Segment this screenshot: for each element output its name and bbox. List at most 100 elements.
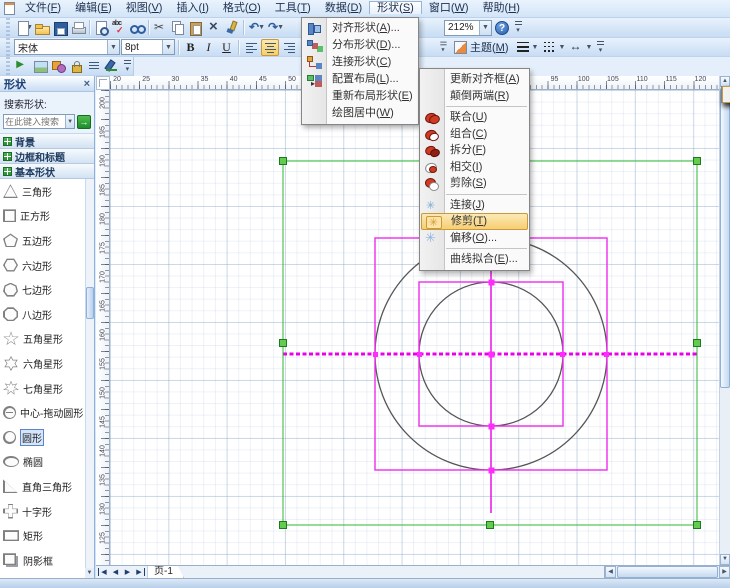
menubar-item[interactable]: 窗口(W) [422, 2, 476, 14]
shape-list-item[interactable]: 直角三角形 [0, 474, 94, 499]
shapes-button[interactable] [50, 58, 67, 75]
shape-list-item[interactable]: 七边形 [0, 277, 94, 302]
submenu-item[interactable]: 剪除(S) [420, 175, 529, 192]
toolbar-button[interactable] [110, 19, 128, 36]
toolbar-button[interactable] [69, 19, 87, 36]
underline-button[interactable]: U [218, 39, 235, 56]
chevron-down-icon[interactable]: ▾ [438, 39, 449, 54]
menubar-item[interactable]: 帮助(H) [476, 2, 527, 14]
toolbar-options-button[interactable]: ▾ [595, 39, 607, 56]
shape-list-item[interactable]: 八边形 [0, 302, 94, 327]
font-size-combo[interactable]: 8pt ▼ [121, 39, 175, 55]
run-button[interactable] [14, 58, 31, 75]
scroll-down-icon[interactable]: ▼ [85, 568, 94, 578]
align-left-button[interactable] [242, 39, 260, 56]
prev-page-button[interactable]: ◀ [110, 568, 121, 576]
submenu-item[interactable]: 拆分(F) [420, 142, 529, 159]
align-center-button[interactable] [261, 39, 279, 56]
zoom-combo[interactable]: 212% ▼ [444, 20, 492, 36]
toolbar-button[interactable] [205, 19, 223, 36]
shape-list-item[interactable]: 六角星形 [0, 351, 94, 376]
submenu-item[interactable]: 组合(C) [420, 126, 529, 143]
horizontal-scrollbar[interactable]: ◀ ▶ [605, 566, 730, 578]
submenu-item[interactable]: 联合(U) [420, 109, 529, 126]
menu-item[interactable]: 配置布局(L)... [302, 71, 418, 88]
submenu-item[interactable]: 更新对齐框(A) [420, 71, 529, 88]
shape-list-item[interactable]: 七角星形 [0, 376, 94, 401]
shape-list-item[interactable]: 五角星形 [0, 327, 94, 352]
page-tab[interactable]: 页-1 [148, 566, 184, 578]
toolbar-button[interactable]: ▼ [15, 19, 33, 36]
submenu-item[interactable]: 连接(J) [420, 197, 529, 214]
scroll-left-icon[interactable]: ◀ [605, 566, 616, 578]
shape-list-item[interactable]: 矩形 [0, 523, 94, 548]
menubar-item[interactable]: 编辑(E) [68, 2, 119, 14]
stencil-header[interactable]: 边框和标题 [0, 149, 94, 164]
line-ends-button[interactable]: ▼ [568, 39, 594, 56]
menu-item[interactable]: 分布形状(D)... [302, 37, 418, 54]
insert-picture-button[interactable] [32, 58, 49, 75]
toolbar-button[interactable] [187, 19, 205, 36]
shape-list-item[interactable]: 中心-拖动圆形 [0, 400, 94, 425]
chevron-down-icon[interactable]: ▼ [479, 21, 491, 35]
chevron-down-icon[interactable]: ▼ [65, 115, 74, 128]
align-right-button[interactable] [280, 39, 298, 56]
protection-button[interactable] [68, 58, 85, 75]
toolbar-grip[interactable] [6, 38, 10, 56]
menubar-item[interactable]: 插入(I) [169, 2, 215, 14]
submenu-item[interactable]: 偏移(O)... [420, 230, 529, 247]
menu-item[interactable]: 绘图居中(W) [302, 105, 418, 122]
scroll-right-icon[interactable]: ▶ [719, 566, 730, 578]
menubar-item[interactable]: 形状(S) [369, 1, 422, 14]
toolbar-button[interactable] [223, 19, 241, 36]
panel-scrollbar-thumb[interactable] [86, 287, 94, 319]
toolbar-button[interactable] [128, 19, 146, 36]
ink-button[interactable] [104, 58, 121, 75]
toolbar-button[interactable] [169, 19, 187, 36]
menubar-item[interactable]: 格式(O) [216, 2, 268, 14]
shape-list-item[interactable]: 六边形 [0, 253, 94, 278]
stencil-header[interactable]: 背景 [0, 134, 94, 149]
toolbar-options-button[interactable]: ▾ [122, 58, 133, 75]
menubar-item[interactable]: 数据(D) [318, 2, 369, 14]
panel-scrollbar[interactable] [85, 179, 94, 578]
scroll-down-icon[interactable]: ▼ [720, 554, 730, 565]
shape-list-item[interactable]: 十字形 [0, 499, 94, 524]
shape-list-item[interactable]: 五边形 [0, 228, 94, 253]
stencil-header[interactable]: 基本形状 [0, 164, 94, 179]
shape-search-input[interactable] [4, 117, 65, 127]
last-page-button[interactable]: ▶ [134, 568, 145, 576]
menu-item[interactable]: 操作(N) [722, 86, 730, 103]
submenu-item[interactable]: 曲线拟合(E)... [420, 251, 529, 268]
line-pattern-button[interactable]: ▼ [541, 39, 567, 56]
submenu-item[interactable]: 颠倒两端(R) [420, 88, 529, 105]
shape-list-item[interactable]: 椭圆 [0, 450, 94, 475]
shape-list-item[interactable]: 正方形 [0, 204, 94, 229]
menubar-item[interactable]: 工具(T) [268, 2, 318, 14]
toolbar-button[interactable] [151, 19, 169, 36]
close-icon[interactable]: × [84, 79, 90, 89]
toolbar-grip[interactable] [6, 57, 10, 75]
toolbar-grip[interactable] [6, 18, 10, 37]
toolbar-button[interactable] [51, 19, 69, 36]
toolbar-button[interactable] [92, 19, 110, 36]
italic-button[interactable]: I [200, 39, 217, 56]
drawing-canvas[interactable] [110, 90, 719, 565]
menu-item[interactable]: 重新布局形状(E) [302, 88, 418, 105]
toolbar-button[interactable] [33, 19, 51, 36]
shape-list-item[interactable]: 阴影框 [0, 548, 94, 573]
toolbar-options-button[interactable]: ▾ [512, 19, 524, 36]
font-name-combo[interactable]: 宋体 ▼ [14, 39, 120, 55]
toolbar-button[interactable]: ▼ [247, 19, 265, 36]
menubar-item[interactable]: 视图(V) [119, 2, 170, 14]
shape-list-item[interactable]: 圆形 [0, 425, 94, 450]
list-button[interactable] [86, 58, 103, 75]
vertical-scrollbar-thumb[interactable] [720, 88, 730, 388]
horizontal-scrollbar-thumb[interactable] [617, 566, 718, 578]
menu-item[interactable]: 对齐形状(A)... [302, 20, 418, 37]
search-go-button[interactable]: → [77, 115, 91, 129]
menubar-item[interactable]: 文件(F) [18, 2, 68, 14]
shape-list-item[interactable]: 三角形 [0, 179, 94, 204]
submenu-item[interactable]: 相交(I) [420, 159, 529, 176]
toolbar-button[interactable]: ▼ [266, 19, 284, 36]
